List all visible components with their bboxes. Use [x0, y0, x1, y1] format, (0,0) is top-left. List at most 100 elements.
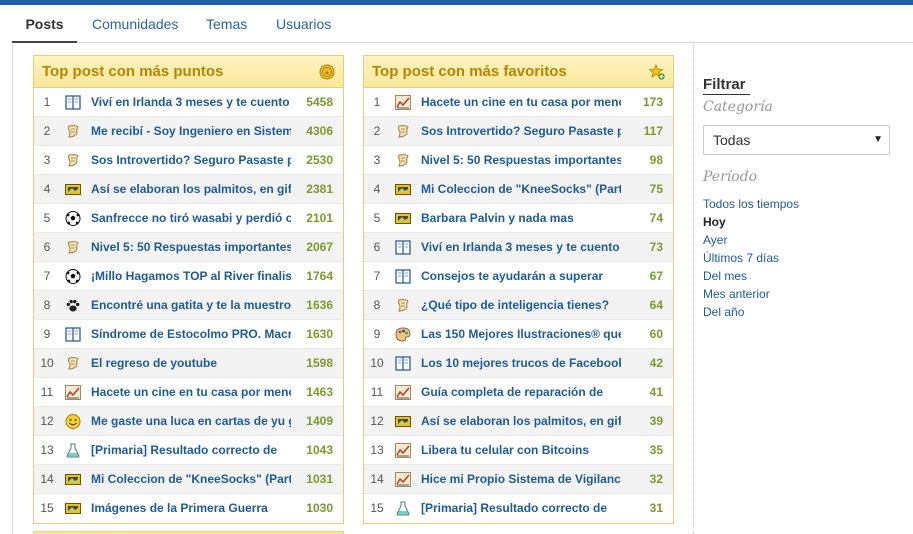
- post-row[interactable]: 3 Sos Introvertido? Seguro Pasaste por 253…: [34, 146, 343, 175]
- post-rank: 11: [40, 385, 54, 399]
- post-title-link[interactable]: ¿Qué tipo de inteligencia tienes?: [421, 291, 621, 320]
- post-row[interactable]: 11 Hacete un cine en tu casa por menos 146…: [34, 378, 343, 407]
- post-row[interactable]: 7 Consejos te ayudarán a superar 67: [364, 262, 673, 291]
- post-score: 64: [649, 298, 663, 312]
- panel-header: Top post con más favoritos: [364, 56, 673, 88]
- period-link[interactable]: Últimos 7 días: [703, 249, 903, 267]
- scroll-icon: [65, 240, 81, 255]
- post-title-link[interactable]: Me gaste una luca en cartas de yu gi: [91, 407, 291, 436]
- post-title-link[interactable]: Así se elaboran los palmitos, en gifs.: [421, 407, 621, 436]
- post-row[interactable]: 12 Me gaste una luca en cartas de yu gi 14…: [34, 407, 343, 436]
- post-row[interactable]: 1 Hacete un cine en tu casa por menos 173: [364, 88, 673, 117]
- tab-posts[interactable]: Posts: [12, 5, 77, 43]
- post-row[interactable]: 15 Imágenes de la Primera Guerra 1030: [34, 494, 343, 523]
- paw-icon: [65, 298, 81, 313]
- post-score: 2381: [306, 182, 333, 196]
- post-title-link[interactable]: Nivel 5: 50 Respuestas importantes: [91, 233, 291, 262]
- period-link[interactable]: Mes anterior: [703, 285, 903, 303]
- post-row[interactable]: 4 Mi Coleccion de "KneeSocks" (Parte 75: [364, 175, 673, 204]
- post-rank: 8: [43, 298, 51, 312]
- post-row[interactable]: 13 [Primaria] Resultado correcto de 1043: [34, 436, 343, 465]
- post-title-link[interactable]: Libera tu celular con Bitcoins: [421, 436, 621, 465]
- post-row[interactable]: 12 Así se elaboran los palmitos, en gifs.…: [364, 407, 673, 436]
- post-title-link[interactable]: Así se elaboran los palmitos, en gifs.: [91, 175, 291, 204]
- flask-icon: [395, 501, 411, 516]
- post-score: 5458: [306, 95, 333, 109]
- post-rank: 11: [370, 385, 384, 399]
- post-score: 117: [643, 124, 663, 138]
- panel-title: Top post con más favoritos: [372, 63, 567, 80]
- tab-comunidades[interactable]: Comunidades: [92, 5, 178, 43]
- period-link[interactable]: Hoy: [703, 213, 903, 231]
- post-title-link[interactable]: Hacete un cine en tu casa por menos: [421, 88, 621, 117]
- post-rank: 14: [370, 472, 384, 486]
- post-title-link[interactable]: Sos Introvertido? Seguro Pasaste por: [91, 146, 291, 175]
- post-title-link[interactable]: Síndrome de Estocolmo PRO. Macri,: [91, 320, 291, 349]
- post-title-link[interactable]: Consejos te ayudarán a superar: [421, 262, 621, 291]
- post-title-link[interactable]: Mi Coleccion de "KneeSocks" (Parte: [421, 175, 621, 204]
- scroll-icon: [65, 124, 81, 139]
- image-icon: [65, 182, 81, 197]
- post-title-link[interactable]: Imágenes de la Primera Guerra: [91, 494, 291, 523]
- chevron-down-icon: ▼: [873, 134, 883, 145]
- post-rank: 6: [373, 240, 381, 254]
- post-row[interactable]: 10 El regreso de youtube 1598: [34, 349, 343, 378]
- period-link[interactable]: Del año: [703, 303, 903, 321]
- post-score: 173: [642, 95, 663, 109]
- post-title-link[interactable]: Los 10 mejores trucos de Facebook: [421, 349, 621, 378]
- post-row[interactable]: 14 Hice mi Propio Sistema de Vigilancia 32: [364, 465, 673, 494]
- post-title-link[interactable]: [Primaria] Resultado correcto de: [421, 494, 621, 523]
- post-title-link[interactable]: El regreso de youtube: [91, 349, 291, 378]
- post-row[interactable]: 2 Sos Introvertido? Seguro Pasaste por 117: [364, 117, 673, 146]
- post-rank: 6: [43, 240, 51, 254]
- post-title-link[interactable]: Hice mi Propio Sistema de Vigilancia: [421, 465, 621, 494]
- post-row[interactable]: 8 ¿Qué tipo de inteligencia tienes? 64: [364, 291, 673, 320]
- post-title-link[interactable]: [Primaria] Resultado correcto de: [91, 436, 291, 465]
- post-row[interactable]: 11 Guía completa de reparación de 41: [364, 378, 673, 407]
- post-row[interactable]: 2 Me recibí - Soy Ingeniero en Sistemas 43…: [34, 117, 343, 146]
- post-row[interactable]: 14 Mi Coleccion de "KneeSocks" (Parte 1031: [34, 465, 343, 494]
- category-label: Categoría: [703, 99, 773, 115]
- image-icon: [395, 182, 411, 197]
- period-link[interactable]: Del mes: [703, 267, 903, 285]
- post-score: 32: [649, 472, 663, 486]
- post-row[interactable]: 5 Barbara Palvin y nada mas 74: [364, 204, 673, 233]
- tab-temas[interactable]: Temas: [206, 5, 247, 43]
- post-row[interactable]: 6 Nivel 5: 50 Respuestas importantes 2067: [34, 233, 343, 262]
- post-row[interactable]: 3 Nivel 5: 50 Respuestas importantes 98: [364, 146, 673, 175]
- post-title-link[interactable]: Viví en Irlanda 3 meses y te cuento la: [421, 233, 621, 262]
- tab-usuarios[interactable]: Usuarios: [276, 5, 331, 43]
- post-row[interactable]: 15 [Primaria] Resultado correcto de 31: [364, 494, 673, 523]
- book-icon: [395, 240, 411, 255]
- post-title-link[interactable]: Me recibí - Soy Ingeniero en Sistemas: [91, 117, 291, 146]
- post-row[interactable]: 9 Las 150 Mejores Ilustraciones® que 60: [364, 320, 673, 349]
- category-select[interactable]: Todas ▼: [703, 125, 890, 155]
- post-row[interactable]: 5 Sanfrecce no tiró wasabi y perdió con 21…: [34, 204, 343, 233]
- post-row[interactable]: 4 Así se elaboran los palmitos, en gifs. 2…: [34, 175, 343, 204]
- post-row[interactable]: 9 Síndrome de Estocolmo PRO. Macri, 1630: [34, 320, 343, 349]
- sidebar-divider: [693, 43, 694, 534]
- post-title-link[interactable]: Sanfrecce no tiró wasabi y perdió con: [91, 204, 291, 233]
- post-rank: 7: [43, 269, 51, 283]
- post-score: 2101: [306, 211, 333, 225]
- post-title-link[interactable]: Encontré una gatita y te la muestro: [91, 291, 291, 320]
- post-title-link[interactable]: Mi Coleccion de "KneeSocks" (Parte: [91, 465, 291, 494]
- post-title-link[interactable]: Nivel 5: 50 Respuestas importantes: [421, 146, 621, 175]
- post-row[interactable]: 10 Los 10 mejores trucos de Facebook 42: [364, 349, 673, 378]
- post-title-link[interactable]: Hacete un cine en tu casa por menos: [91, 378, 291, 407]
- post-title-link[interactable]: Guía completa de reparación de: [421, 378, 621, 407]
- period-link[interactable]: Todos los tiempos: [703, 195, 903, 213]
- post-title-link[interactable]: Las 150 Mejores Ilustraciones® que: [421, 320, 621, 349]
- panel-header: Top post con más puntos ★: [34, 56, 343, 88]
- post-row[interactable]: 1 Viví en Irlanda 3 meses y te cuento la 5…: [34, 88, 343, 117]
- post-title-link[interactable]: ¡Millo Hagamos TOP al River finalista: [91, 262, 291, 291]
- post-row[interactable]: 13 Libera tu celular con Bitcoins 35: [364, 436, 673, 465]
- post-row[interactable]: 6 Viví en Irlanda 3 meses y te cuento la 7…: [364, 233, 673, 262]
- post-title-link[interactable]: Sos Introvertido? Seguro Pasaste por: [421, 117, 621, 146]
- period-link[interactable]: Ayer: [703, 231, 903, 249]
- post-row[interactable]: 8 Encontré una gatita y te la muestro 1636: [34, 291, 343, 320]
- post-title-link[interactable]: Viví en Irlanda 3 meses y te cuento la: [91, 88, 291, 117]
- post-row[interactable]: 7 ¡Millo Hagamos TOP al River finalista 17…: [34, 262, 343, 291]
- post-score: 4306: [306, 124, 333, 138]
- post-title-link[interactable]: Barbara Palvin y nada mas: [421, 204, 621, 233]
